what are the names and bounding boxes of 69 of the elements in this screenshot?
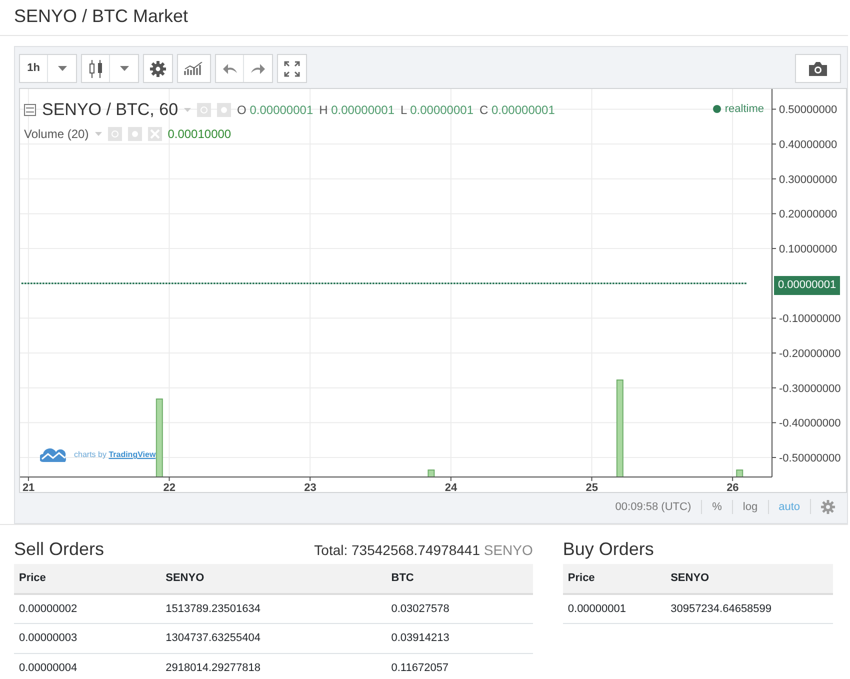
price-tick-label: -0.50000000: [779, 452, 841, 464]
column-header: BTC: [386, 564, 533, 594]
time-tick-label: 25: [586, 482, 598, 492]
time-tick-label: 26: [726, 482, 739, 492]
last-price-label: 0.00000001: [774, 276, 840, 294]
collapse-icon: [24, 104, 36, 116]
section-title: Buy Orders: [562, 539, 654, 561]
cloud-logo-icon: [40, 447, 68, 463]
ohlc-value: O 0.00000001: [237, 102, 314, 119]
table-cell: 0.03027578: [386, 594, 533, 624]
settings-icon: [821, 500, 835, 514]
time-tick-label: 24: [444, 482, 458, 492]
ohlc-value: L 0.00000001: [400, 102, 474, 119]
caret-icon: [184, 108, 192, 112]
price-tick-label: 0.30000000: [779, 174, 838, 186]
price-tick-label: 0.20000000: [779, 208, 838, 221]
page-title: SENYO / BTC Market: [14, 5, 190, 28]
column-header: SENYO: [160, 564, 386, 594]
scale-option[interactable]: auto: [768, 500, 810, 514]
scale-option[interactable]: log: [732, 500, 768, 514]
scale-option[interactable]: %: [701, 500, 732, 514]
tradingview-link[interactable]: TradingView: [108, 450, 156, 459]
price-tick-label: 0.40000000: [779, 139, 838, 152]
column-header: Price: [14, 564, 161, 594]
candles-icon: [88, 60, 102, 78]
table-cell: 1513789.23501634: [160, 594, 386, 624]
realtime-status: realtime: [724, 102, 764, 117]
attribution-text: charts by TradingView: [74, 449, 156, 461]
price-tick-label: -0.10000000: [779, 313, 841, 326]
table-cell: 0.00000002: [14, 594, 161, 624]
section-title: Sell Orders: [14, 539, 104, 561]
price-tick-label: 0.10000000: [779, 244, 838, 256]
table-cell: 0.03914213: [386, 624, 533, 653]
table-cell: 30957234.64658599: [666, 594, 833, 624]
column-header: SENYO: [666, 564, 833, 594]
price-tick-label: -0.30000000: [779, 382, 841, 395]
caret-icon: [94, 132, 102, 136]
price-tick-label: -0.40000000: [779, 418, 841, 430]
redo-icon: [251, 64, 265, 74]
volume-label: Volume (20): [24, 126, 89, 142]
time-tick-label: 21: [22, 482, 35, 492]
caret-icon: [120, 66, 128, 71]
fullscreen-icon: [284, 60, 300, 76]
table-cell: 2918014.29277818: [160, 653, 386, 679]
ohlc-value: C 0.00000001: [480, 102, 555, 119]
close-icon: [148, 126, 162, 140]
settings-icon: [128, 126, 142, 140]
status-dot-icon: [712, 105, 721, 114]
column-header: Price: [562, 564, 666, 594]
table-cell: 0.00000004: [14, 653, 161, 679]
table-cell: 0.00000003: [14, 624, 161, 653]
clock-time: 00:09:58 (UTC): [614, 500, 692, 514]
price-tick-label: -0.20000000: [779, 348, 841, 360]
table-cell: 1304737.63255404: [160, 624, 386, 653]
undo-icon: [222, 64, 236, 74]
camera-icon: [809, 62, 827, 76]
bar-chart-icon: [184, 62, 204, 76]
total-amount: Total: 73542568.74978441 SENYO: [314, 541, 533, 560]
table-cell: 0.11672057: [386, 653, 533, 679]
volume-value: 0.00010000: [168, 126, 232, 142]
eye-icon: [108, 126, 122, 140]
ohlc-value: H 0.00000001: [319, 102, 395, 119]
time-tick-label: 23: [304, 482, 316, 492]
table-cell: 0.00000001: [562, 594, 666, 624]
time-tick-label: 22: [163, 482, 176, 492]
settings-icon: [150, 60, 166, 76]
price-tick-label: 0.50000000: [779, 104, 838, 116]
caret-icon: [58, 66, 66, 71]
symbol-title: SENYO / BTC, 60: [42, 99, 178, 121]
